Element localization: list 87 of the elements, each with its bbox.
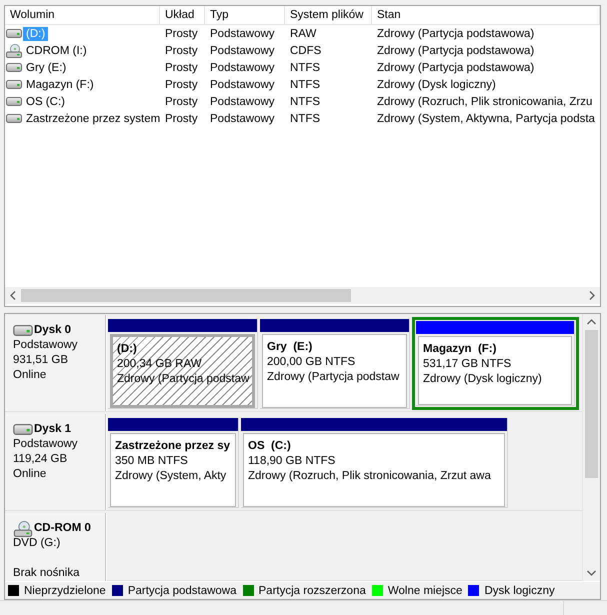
legend-label: Nieprzydzielone — [24, 584, 106, 596]
table-cell-text: Prosty — [164, 112, 198, 124]
disk-status: Online — [13, 368, 46, 383]
partition-block[interactable]: (D:) 200,34 GB RAW Zdrowy (Partycja podstaw — [108, 319, 258, 409]
scrollbar-thumb[interactable] — [585, 330, 598, 478]
cd-drive-icon — [6, 44, 22, 58]
table-cell-text: Prosty — [164, 78, 198, 90]
partition-status: Zdrowy (System, Akty — [115, 469, 226, 484]
table-cell-text: Podstawowy — [209, 44, 275, 56]
volume-name[interactable]: OS (C:) — [23, 94, 68, 108]
table-cell-text: Zdrowy (Partycja podstawowa) — [376, 44, 534, 56]
chevron-down-icon[interactable] — [587, 570, 596, 576]
table-cell-text: Zdrowy (Rozruch, Plik stronicowania, Zrzu — [376, 96, 592, 108]
partition-title: (D:) — [117, 342, 137, 357]
disk-size: 931,51 GB — [13, 353, 68, 368]
partition-size: 350 MB NTFS — [115, 454, 188, 469]
partition-block[interactable]: Magazyn (F:) 531,17 GB NTFS Zdrowy (Dysk logiczny) — [416, 321, 575, 406]
table-cell-text: Podstawowy — [209, 62, 275, 74]
chevron-left-icon[interactable] — [10, 291, 16, 300]
partition-status: Zdrowy (Rozruch, Plik stronicowania, Zrzut awa — [248, 469, 491, 484]
volume-name[interactable]: CDROM (I:) — [23, 44, 90, 58]
partition-body[interactable]: Magazyn (F:) 531,17 GB NTFS Zdrowy (Dysk logiczny) — [418, 336, 572, 405]
partition-title: OS (C:) — [248, 439, 291, 454]
drive-icon — [6, 80, 22, 89]
table-cell-text: Zdrowy (System, Aktywna, Partycja podsta — [376, 112, 595, 124]
partition-status: Zdrowy (Dysk logiczny) — [423, 372, 542, 387]
table-cell-text: Prosty — [164, 28, 198, 40]
table-cell-text: Prosty — [164, 96, 198, 108]
partition-block[interactable]: Gry (E:) 200,00 GB NTFS Zdrowy (Partycja podstaw — [260, 319, 410, 409]
table-cell-text: Zdrowy (Partycja podstawowa) — [376, 62, 534, 74]
chevron-right-icon[interactable] — [589, 291, 595, 300]
drive-icon — [6, 29, 22, 38]
table-cell-text: Zdrowy (Dysk logiczny) — [376, 78, 496, 90]
table-cell-text: Zdrowy (Partycja podstawowa) — [376, 28, 534, 40]
partition-size: 531,17 GB NTFS — [423, 357, 512, 372]
legend-label: Partycja rozszerzona — [258, 584, 366, 596]
volume-name[interactable]: Zastrzeżone przez system — [23, 112, 164, 126]
table-cell-text: NTFS — [289, 62, 320, 74]
legend-label: Wolne miejsce — [388, 584, 462, 596]
disk-type: Podstawowy — [13, 437, 78, 452]
disk-type: Podstawowy — [13, 338, 78, 353]
partition-block[interactable]: OS (C:) 118,90 GB NTFS Zdrowy (Rozruch, Plik stronicowania, Zrzut awa — [241, 418, 508, 508]
drive-icon — [6, 114, 22, 123]
disk-name: Dysk 1 — [34, 422, 72, 437]
volume-name[interactable]: Magazyn (F:) — [23, 78, 97, 92]
table-cell-text: Podstawowy — [209, 28, 275, 40]
partition-body[interactable]: Zastrzeżone przez sy 350 MB NTFS Zdrowy (System, Akty — [110, 433, 236, 507]
disk-name: Dysk 0 — [34, 323, 72, 338]
legend-label: Partycja podstawowa — [128, 584, 236, 596]
table-cell-text: Prosty — [164, 44, 198, 56]
disk-size: 119,24 GB — [13, 452, 68, 467]
partition-body[interactable]: Gry (E:) 200,00 GB NTFS Zdrowy (Partycja podstaw — [262, 334, 407, 408]
drive-icon — [6, 63, 22, 72]
drive-icon — [13, 424, 33, 435]
disk-type: DVD (G:) — [13, 536, 60, 551]
scrollbar-thumb[interactable] — [21, 289, 351, 302]
table-cell-text: NTFS — [289, 96, 320, 108]
drive-icon — [13, 325, 33, 336]
disk-status: Brak nośnika — [13, 566, 80, 581]
disk-name: CD-ROM 0 — [34, 521, 91, 536]
partition-status: Zdrowy (Partycja podstaw — [117, 372, 250, 387]
table-cell-text: NTFS — [289, 78, 320, 90]
partition-status: Zdrowy (Partycja podstaw — [267, 370, 400, 385]
cd-drive-icon — [13, 520, 33, 536]
table-cell-text: NTFS — [289, 112, 320, 124]
partition-title: Magazyn (F:) — [423, 342, 496, 357]
partition-size: 118,90 GB NTFS — [248, 454, 336, 469]
legend-label: Dysk logiczny — [484, 584, 555, 596]
partition-body[interactable]: OS (C:) 118,90 GB NTFS Zdrowy (Rozruch, Plik stronicowania, Zrzut awa — [243, 433, 505, 507]
partition-block[interactable]: Zastrzeżone przez sy 350 MB NTFS Zdrowy (System, Akty — [108, 418, 239, 508]
vertical-scrollbar[interactable] — [582, 314, 600, 581]
table-cell-text: CDFS — [289, 44, 322, 56]
volume-name[interactable]: Gry (E:) — [23, 60, 70, 74]
drive-icon — [6, 97, 22, 106]
partition-size: 200,00 GB NTFS — [267, 355, 356, 370]
table-cell-text: Podstawowy — [209, 112, 275, 124]
chevron-up-icon[interactable] — [587, 319, 596, 325]
disk-status: Online — [13, 467, 46, 482]
table-cell-text: Podstawowy — [209, 96, 275, 108]
partition-title: Gry (E:) — [267, 340, 312, 355]
partition-size: 200,34 GB RAW — [117, 357, 202, 372]
horizontal-scrollbar[interactable] — [5, 287, 600, 304]
partition-body[interactable]: (D:) 200,34 GB RAW Zdrowy (Partycja podstaw — [110, 334, 255, 408]
table-cell-text: RAW — [289, 28, 316, 40]
table-cell-text: Podstawowy — [209, 78, 275, 90]
table-cell-text: Prosty — [164, 62, 198, 74]
partition-title: Zastrzeżone przez sy — [115, 439, 230, 454]
